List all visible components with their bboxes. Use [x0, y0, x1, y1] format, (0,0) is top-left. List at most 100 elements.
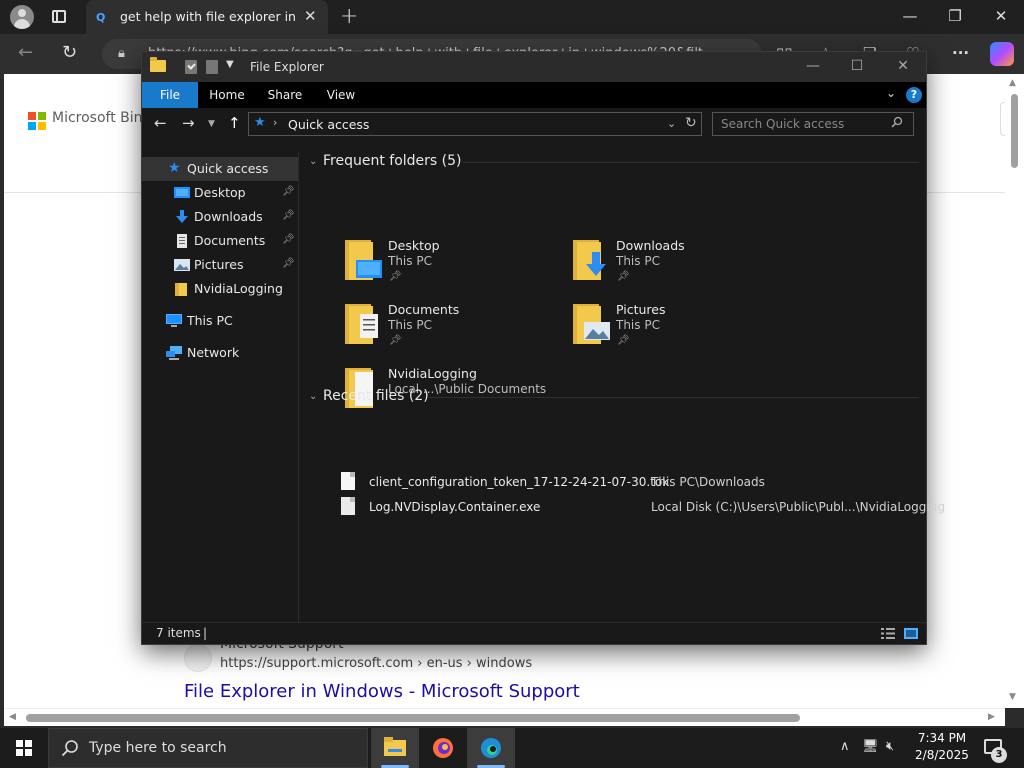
result-title-link[interactable]: File Explorer in Windows - Microsoft Sup…: [184, 681, 580, 702]
new-tab-button[interactable]: +: [340, 4, 358, 29]
tab-file[interactable]: File: [142, 82, 198, 108]
collapse-chevron-icon[interactable]: ⌄: [309, 156, 317, 167]
copilot-icon[interactable]: [990, 42, 1014, 66]
recent-files-header[interactable]: Recent files (2): [323, 388, 429, 404]
browser-tab-active[interactable]: Q get help with file explorer in windows…: [86, 0, 328, 34]
recent-locations-chevron-icon[interactable]: ▼: [208, 119, 215, 129]
recent-file-name: client_configuration_token_17-12-24-21-0…: [369, 475, 670, 489]
expand-ribbon-chevron-icon[interactable]: ⌄: [886, 86, 896, 100]
explorer-navigation-bar: ← → ▼ ↑ ★ › Quick access ⌄ ↻ Search Quic…: [142, 108, 926, 140]
up-arrow-icon[interactable]: ↑: [228, 114, 241, 132]
network-status-icon[interactable]: 🖥︎: [862, 739, 879, 754]
back-arrow-icon[interactable]: ←: [18, 42, 33, 63]
explorer-close-button[interactable]: ✕: [894, 58, 912, 74]
quick-access-toolbar-dropdown-icon[interactable]: ▼: [226, 59, 234, 70]
browser-restore-button[interactable]: ❐: [945, 7, 965, 25]
pictures-folder-icon: [573, 304, 610, 344]
navigation-pane: ★ Quick access Desktop 📌︎ Downloads 📌︎ D…: [142, 152, 298, 622]
taskbar-search-input[interactable]: Type here to search: [48, 728, 368, 768]
windows-start-icon[interactable]: [16, 740, 32, 756]
tile-name: Desktop: [388, 238, 440, 253]
clock-time[interactable]: 7:34 PM: [916, 731, 968, 745]
picture-icon: [174, 259, 190, 271]
lock-icon[interactable]: 🔒︎: [118, 46, 125, 61]
tile-location: This PC: [616, 254, 660, 268]
explorer-minimize-button[interactable]: —: [804, 58, 822, 74]
volume-muted-icon[interactable]: 🔇︎: [886, 739, 894, 754]
taskbar-app-edge[interactable]: [467, 728, 515, 768]
tab-close-icon[interactable]: ✕: [304, 7, 317, 25]
star-icon: ★: [168, 160, 181, 176]
scroll-down-icon[interactable]: ▼: [1009, 692, 1016, 702]
show-hidden-icons-chevron[interactable]: ∧: [840, 739, 850, 754]
search-icon[interactable]: [891, 116, 903, 128]
computer-icon: [166, 314, 182, 327]
sidebar-item-label: Quick access: [187, 161, 269, 176]
tab-actions-icon[interactable]: [52, 10, 66, 23]
profile-avatar[interactable]: [10, 5, 34, 29]
group-divider: [429, 397, 919, 398]
tab-view[interactable]: View: [318, 82, 364, 108]
frequent-folders-header[interactable]: Frequent folders (5): [323, 153, 462, 169]
pin-icon[interactable]: 📌︎: [282, 234, 295, 245]
sidebar-item-quick-access[interactable]: ★ Quick access: [142, 157, 298, 181]
tile-location: This PC: [388, 254, 432, 268]
bing-brand[interactable]: Microsoft Bing: [52, 110, 151, 126]
downloads-folder-icon: [573, 240, 606, 280]
address-text[interactable]: Quick access: [288, 117, 369, 132]
collapse-chevron-icon[interactable]: ⌄: [309, 391, 317, 402]
scroll-left-icon[interactable]: ◀: [9, 712, 16, 722]
pin-icon[interactable]: 📌︎: [282, 210, 295, 221]
browser-close-button[interactable]: ✕: [991, 7, 1011, 25]
file-explorer-icon: [384, 737, 406, 756]
sidebar-item-downloads[interactable]: Downloads 📌︎: [142, 205, 298, 229]
page-vertical-scrollbar[interactable]: ▲ ▼: [1005, 74, 1024, 708]
taskbar-app-file-explorer[interactable]: [371, 728, 419, 768]
sidebar-item-network[interactable]: Network: [142, 341, 298, 365]
more-menu-icon[interactable]: ···: [952, 44, 969, 62]
search-input[interactable]: Search Quick access: [712, 112, 914, 136]
explorer-maximize-button[interactable]: ☐: [848, 58, 866, 74]
sidebar-item-nvidialogging[interactable]: NvidiaLogging: [142, 277, 298, 301]
tile-name: NvidiaLogging: [388, 366, 477, 381]
properties-icon[interactable]: [185, 60, 197, 74]
forward-arrow-icon[interactable]: →: [182, 114, 195, 132]
result-favicon: [184, 644, 212, 672]
sidebar-item-this-pc[interactable]: This PC: [142, 309, 298, 333]
clock-date[interactable]: 2/8/2025: [914, 748, 970, 762]
result-url[interactable]: https://support.microsoft.com › en-us › …: [220, 656, 532, 671]
tile-name: Pictures: [616, 302, 666, 317]
refresh-icon[interactable]: ↻: [62, 42, 77, 63]
sidebar-item-label: NvidiaLogging: [194, 281, 283, 296]
scroll-right-icon[interactable]: ▶: [988, 712, 995, 722]
page-horizontal-scrollbar[interactable]: ◀ ▶: [4, 708, 1005, 726]
address-dropdown-icon[interactable]: ⌄: [667, 117, 676, 130]
refresh-icon[interactable]: ↻: [685, 115, 697, 131]
explorer-title-bar[interactable]: ▼ File Explorer — ☐ ✕: [142, 52, 926, 82]
notification-count-badge: 3: [991, 747, 1007, 763]
breadcrumb-separator-icon[interactable]: ›: [273, 116, 277, 129]
pin-icon[interactable]: 📌︎: [282, 258, 295, 269]
search-placeholder: Search Quick access: [721, 117, 845, 131]
details-view-icon[interactable]: [881, 628, 895, 639]
scroll-up-icon[interactable]: ▲: [1009, 78, 1016, 88]
help-icon[interactable]: ?: [906, 87, 922, 103]
taskbar: Type here to search ∧ 🖥︎ 🔇︎ 7:34 PM 2/8/…: [0, 728, 1024, 768]
sidebar-item-desktop[interactable]: Desktop 📌︎: [142, 181, 298, 205]
sidebar-item-documents[interactable]: Documents 📌︎: [142, 229, 298, 253]
search-icon: [61, 740, 78, 757]
browser-minimize-button[interactable]: —: [900, 7, 920, 25]
horizontal-scroll-thumb[interactable]: [26, 714, 800, 722]
address-bar[interactable]: ★ › Quick access ⌄ ↻: [248, 112, 702, 136]
ribbon-tabs: File Home Share View ⌄ ?: [142, 82, 926, 108]
taskbar-app-firefox[interactable]: [419, 728, 467, 768]
new-folder-icon[interactable]: [206, 60, 218, 74]
tab-home[interactable]: Home: [204, 82, 250, 108]
back-arrow-icon[interactable]: ←: [154, 114, 167, 132]
pin-icon[interactable]: 📌︎: [282, 186, 295, 197]
tiles-view-icon[interactable]: [904, 628, 918, 639]
pin-icon: 📌︎: [389, 335, 402, 346]
vertical-scroll-thumb[interactable]: [1011, 94, 1018, 168]
tab-share[interactable]: Share: [262, 82, 308, 108]
sidebar-item-pictures[interactable]: Pictures 📌︎: [142, 253, 298, 277]
